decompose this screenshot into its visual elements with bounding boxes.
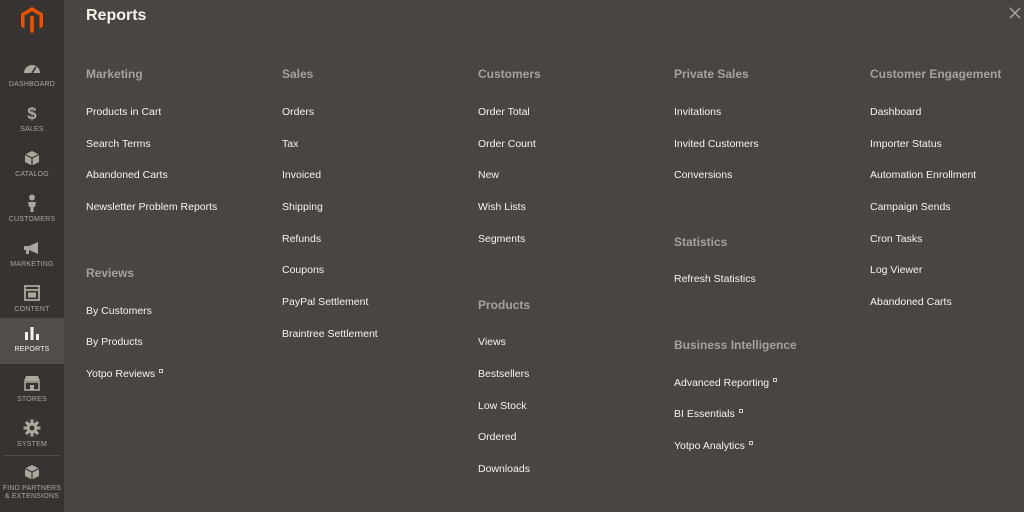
- menu-link-segments[interactable]: Segments: [478, 232, 525, 246]
- menu-link-label: Yotpo Reviews: [86, 368, 156, 380]
- menu-link-by-customers[interactable]: By Customers: [86, 304, 152, 318]
- menu-link-yotpo-reviews[interactable]: Yotpo Reviews: [86, 367, 164, 381]
- section-title-reviews: Reviews: [86, 266, 135, 280]
- dollar-icon: $: [22, 104, 42, 122]
- menu-link-orders[interactable]: Orders: [282, 105, 314, 119]
- menu-link-new[interactable]: New: [478, 168, 499, 182]
- menu-link-yotpo-analytics[interactable]: Yotpo Analytics: [674, 439, 753, 453]
- menu-link-abandoned-carts-engagement[interactable]: Abandoned Carts: [870, 295, 952, 309]
- menu-link-log-viewer[interactable]: Log Viewer: [870, 263, 922, 277]
- speedometer-icon: [22, 59, 42, 77]
- sidebar-item-label: REPORTS: [14, 346, 50, 353]
- sidebar-item-label: DASHBOARD: [8, 81, 56, 88]
- menu-link-paypal-settlement[interactable]: PayPal Settlement: [282, 295, 368, 309]
- magento-logo[interactable]: [0, 0, 64, 40]
- sidebar-item-dashboard[interactable]: DASHBOARD: [0, 53, 64, 99]
- sidebar-item-marketing[interactable]: MARKETING: [0, 233, 64, 279]
- menu-link-views[interactable]: Views: [478, 335, 506, 349]
- menu-link-automation-enrollment[interactable]: Automation Enrollment: [870, 168, 976, 182]
- section-title-sales: Sales: [282, 67, 314, 81]
- menu-link-braintree-settlement[interactable]: Braintree Settlement: [282, 327, 378, 341]
- menu-link-shipping[interactable]: Shipping: [282, 200, 323, 214]
- section-title-marketing: Marketing: [86, 67, 143, 81]
- sidebar-item-label: FIND PARTNERS & EXTENSIONS: [2, 485, 62, 500]
- close-icon: [1009, 7, 1021, 19]
- menu-link-tax[interactable]: Tax: [282, 137, 298, 151]
- sidebar-item-label: CATALOG: [15, 171, 49, 178]
- external-link-icon: [159, 369, 164, 373]
- person-icon: [22, 194, 42, 212]
- storefront-icon: [22, 374, 42, 392]
- menu-link-invoiced[interactable]: Invoiced: [282, 168, 321, 182]
- sidebar-item-sales[interactable]: $ SALES: [0, 98, 64, 144]
- svg-text:$: $: [27, 104, 37, 122]
- gear-icon: [22, 419, 42, 437]
- menu-link-abandoned-carts[interactable]: Abandoned Carts: [86, 168, 168, 182]
- page-title: Reports: [86, 7, 147, 24]
- menu-link-invitations[interactable]: Invitations: [674, 105, 721, 119]
- puzzle-box-icon: [22, 463, 42, 481]
- section-title-customers: Customers: [478, 67, 541, 81]
- menu-link-importer-status[interactable]: Importer Status: [870, 137, 942, 151]
- sidebar-item-customers[interactable]: CUSTOMERS: [0, 188, 64, 234]
- section-title-business-intelligence: Business Intelligence: [674, 338, 797, 352]
- sidebar-item-catalog[interactable]: CATALOG: [0, 143, 64, 189]
- menu-link-ordered[interactable]: Ordered: [478, 430, 517, 444]
- menu-link-low-stock[interactable]: Low Stock: [478, 399, 526, 413]
- sidebar-item-stores[interactable]: STORES: [0, 368, 64, 414]
- menu-link-advanced-reporting[interactable]: Advanced Reporting: [674, 376, 778, 390]
- external-link-icon: [773, 378, 778, 382]
- menu-link-cron-tasks[interactable]: Cron Tasks: [870, 232, 922, 246]
- external-link-icon: [748, 441, 753, 445]
- menu-link-newsletter-problem-reports[interactable]: Newsletter Problem Reports: [86, 200, 217, 214]
- section-title-customer-engagement: Customer Engagement: [870, 67, 1002, 81]
- sidebar-item-reports[interactable]: REPORTS: [0, 318, 64, 364]
- menu-link-bestsellers[interactable]: Bestsellers: [478, 367, 529, 381]
- menu-link-order-count[interactable]: Order Count: [478, 137, 536, 151]
- menu-link-conversions[interactable]: Conversions: [674, 168, 732, 182]
- sidebar-item-label: CUSTOMERS: [8, 216, 56, 223]
- menu-link-label: Advanced Reporting: [674, 377, 770, 389]
- section-title-statistics: Statistics: [674, 235, 728, 249]
- layout-icon: [22, 284, 42, 302]
- sidebar-item-label: CONTENT: [14, 306, 50, 313]
- magento-logo-icon: [21, 7, 43, 33]
- sidebar-item-system[interactable]: SYSTEM: [0, 413, 64, 459]
- box-icon: [22, 149, 42, 167]
- menu-link-label: Yotpo Analytics: [674, 440, 745, 452]
- menu-link-campaign-sends[interactable]: Campaign Sends: [870, 200, 951, 214]
- menu-link-downloads[interactable]: Downloads: [478, 462, 530, 476]
- menu-link-wish-lists[interactable]: Wish Lists: [478, 200, 526, 214]
- menu-link-order-total[interactable]: Order Total: [478, 105, 530, 119]
- sidebar-item-find-partners[interactable]: FIND PARTNERS & EXTENSIONS: [0, 457, 64, 512]
- sidebar-item-label: STORES: [17, 396, 47, 403]
- menu-link-products-in-cart[interactable]: Products in Cart: [86, 105, 161, 119]
- sidebar-item-label: MARKETING: [10, 261, 54, 268]
- section-title-products: Products: [478, 298, 531, 312]
- menu-link-by-products[interactable]: By Products: [86, 335, 143, 349]
- external-link-icon: [738, 409, 743, 413]
- menu-link-refunds[interactable]: Refunds: [282, 232, 321, 246]
- sidebar-item-label: SALES: [20, 126, 44, 133]
- menu-link-refresh-statistics[interactable]: Refresh Statistics: [674, 272, 756, 286]
- sidebar-divider: [4, 455, 60, 456]
- sidebar-item-label: SYSTEM: [17, 441, 47, 448]
- megaphone-icon: [22, 239, 42, 257]
- admin-sidebar: DASHBOARD $ SALES CATALOG CUSTOMERS MARK…: [0, 0, 64, 512]
- bar-chart-icon: [22, 324, 42, 342]
- close-button[interactable]: [1008, 6, 1022, 20]
- menu-link-label: BI Essentials: [674, 408, 735, 420]
- menu-link-coupons[interactable]: Coupons: [282, 263, 324, 277]
- menu-link-search-terms[interactable]: Search Terms: [86, 137, 151, 151]
- section-title-private-sales: Private Sales: [674, 67, 749, 81]
- menu-link-bi-essentials[interactable]: BI Essentials: [674, 407, 743, 421]
- menu-link-invited-customers[interactable]: Invited Customers: [674, 137, 759, 151]
- menu-link-dashboard[interactable]: Dashboard: [870, 105, 921, 119]
